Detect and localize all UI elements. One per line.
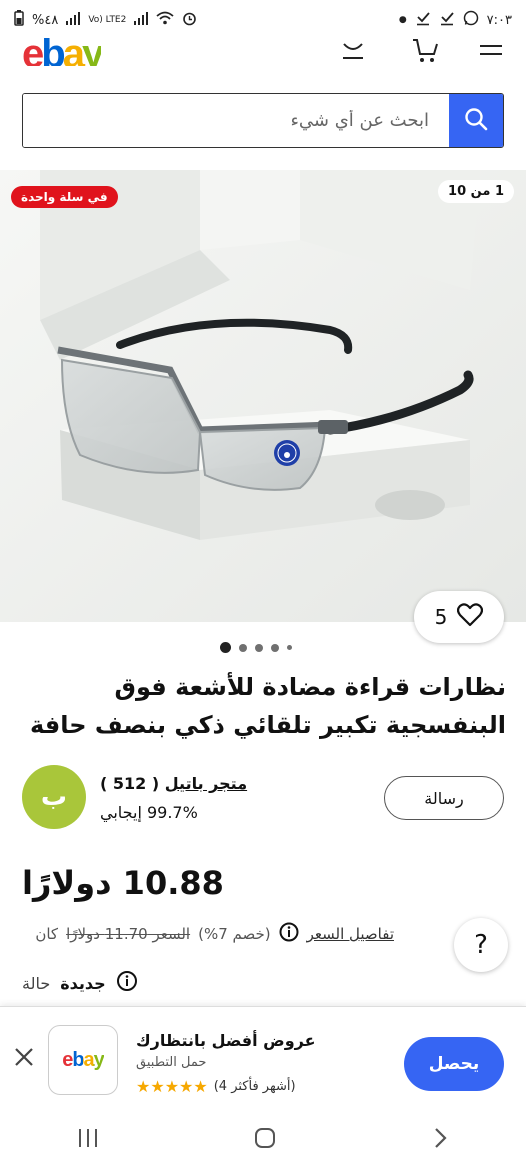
notification-dot-icon: ● — [398, 15, 407, 25]
app-header: ebay — [0, 34, 526, 76]
back-icon[interactable] — [430, 1126, 450, 1154]
wifi-icon — [156, 11, 174, 29]
logo-letter-a: a — [62, 34, 85, 66]
status-left: %٤٨ Vo) LTE2 — [14, 10, 197, 30]
search-button[interactable] — [449, 94, 503, 147]
seller-avatar[interactable]: ب — [22, 765, 86, 829]
banner-subtitle: حمل التطبيق — [136, 1055, 207, 1070]
seller-rating-count: ( 512 ) — [100, 774, 160, 793]
product-title: نظارات قراءة مضادة للأشعة فوق البنفسجية … — [29, 673, 506, 739]
search-input[interactable] — [23, 94, 449, 147]
condition-row: جديدة حالة — [22, 970, 138, 996]
product-image[interactable] — [0, 170, 526, 622]
watch-count: 5 — [434, 605, 448, 629]
alarm-icon — [182, 11, 197, 30]
in-one-cart-badge: في سلة واحدة — [11, 186, 118, 208]
condition-label: حالة — [22, 973, 51, 993]
carousel-dot[interactable] — [287, 645, 292, 650]
seller-info[interactable]: متجر باتيل ( 512 ) — [100, 774, 247, 793]
was-label: كان — [35, 925, 59, 943]
check-download-icon — [415, 10, 431, 30]
status-right: ● ٧:٠٣ — [399, 10, 512, 30]
my-ebay-icon[interactable] — [336, 36, 370, 66]
seller-feedback: 99.7% إيجابي — [100, 803, 198, 822]
recent-apps-icon[interactable] — [76, 1127, 100, 1153]
signal-icon-2 — [134, 11, 149, 29]
carousel-dot[interactable] — [255, 643, 263, 652]
info-icon[interactable] — [116, 970, 138, 996]
close-icon — [13, 1046, 35, 1072]
banner-title: عروض أفضل بانتظارك — [136, 1031, 316, 1050]
logo-letter-y: y — [81, 34, 102, 66]
menu-icon[interactable] — [474, 36, 508, 66]
condition-value: جديدة — [60, 973, 106, 993]
glasses-photo — [0, 170, 526, 622]
ebay-app-logo: ebay — [48, 1025, 118, 1095]
star-rating-icon: ★★★★★ — [136, 1077, 208, 1096]
network-label: Vo) LTE2 — [88, 14, 127, 25]
question-icon: ? — [474, 930, 488, 960]
help-button[interactable]: ? — [454, 918, 508, 972]
avatar-letter: ب — [40, 782, 68, 812]
battery-icon — [14, 10, 24, 30]
item-price: 10.88 دولارًا — [22, 864, 224, 902]
carousel-dot[interactable] — [220, 642, 231, 653]
whatsapp-icon — [463, 10, 479, 30]
heart-icon — [457, 602, 484, 632]
original-price: السعر 11.70 دولارًا — [66, 925, 191, 943]
battery-percent: %٤٨ — [32, 12, 59, 28]
image-counter-badge: 1 من 10 — [438, 180, 514, 203]
close-banner-button[interactable] — [10, 1045, 38, 1073]
check-download-icon-2 — [439, 10, 455, 30]
system-nav-bar — [0, 1110, 526, 1169]
signal-icon — [66, 11, 81, 29]
search-icon — [463, 106, 489, 136]
app-logo-text: ebay — [62, 1048, 105, 1071]
clock-time: ٧:٠٣ — [486, 12, 512, 28]
get-app-button[interactable]: يحصل — [404, 1037, 504, 1091]
home-icon[interactable] — [253, 1126, 277, 1154]
info-icon[interactable] — [279, 922, 299, 946]
carousel-dot[interactable] — [271, 643, 279, 652]
price-details-row: تفاصيل السعر (خصم 7%) السعر 11.70 دولارً… — [22, 922, 394, 946]
banner-rating: ★★★★★ (4 أشهر فأكثر) — [136, 1077, 296, 1096]
ebay-logo[interactable]: ebay — [22, 34, 101, 66]
app-download-banner: ebay عروض أفضل بانتظارك حمل التطبيق ★★★★… — [0, 1006, 526, 1110]
image-carousel-dots — [220, 642, 292, 653]
discount-label: (خصم 7%) — [198, 925, 271, 943]
seller-name[interactable]: متجر باتيل — [165, 774, 247, 793]
logo-letter-e: e — [22, 34, 44, 66]
cart-icon[interactable] — [408, 36, 442, 66]
logo-letter-b: b — [41, 34, 66, 66]
carousel-dot[interactable] — [239, 643, 247, 652]
rating-text: (4 أشهر فأكثر) — [213, 1079, 296, 1094]
message-seller-button[interactable]: رسالة — [384, 776, 504, 820]
watch-button[interactable]: 5 — [414, 591, 504, 643]
price-details-link[interactable]: تفاصيل السعر — [307, 925, 394, 943]
search-bar — [22, 93, 504, 148]
